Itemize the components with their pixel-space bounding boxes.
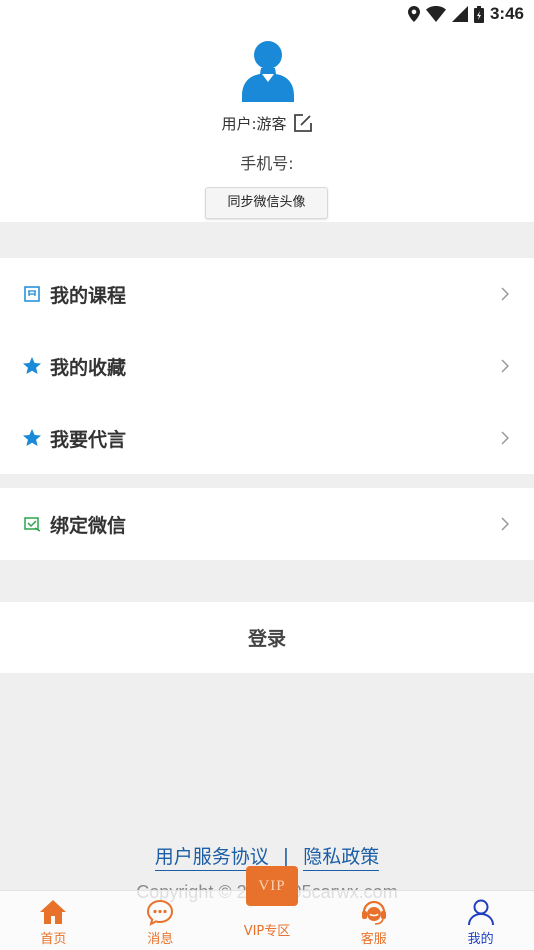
edit-icon[interactable] xyxy=(293,113,313,133)
login-button[interactable]: 登录 xyxy=(0,602,534,673)
menu-item-label: 绑定微信 xyxy=(50,514,127,537)
tab-home[interactable]: 首页 xyxy=(0,891,107,950)
chevron-right-icon xyxy=(501,517,510,531)
status-bar: 3:46 xyxy=(0,0,534,28)
username-row: 用户:游客 xyxy=(0,112,534,134)
menu-group-wechat: 绑定微信 xyxy=(0,488,534,560)
vip-icon[interactable]: VIP xyxy=(246,866,298,906)
wifi-icon xyxy=(425,6,446,22)
wechat-bind-icon xyxy=(22,514,42,534)
menu-item-my-favorites[interactable]: 我的收藏 xyxy=(0,330,534,402)
menu-item-label: 我要代言 xyxy=(50,428,127,451)
menu-group-main: 我的课程 我的收藏 我要代言 xyxy=(0,258,534,474)
tab-label: 首页 xyxy=(40,932,67,947)
username: 用户:游客 xyxy=(221,114,287,133)
tab-label: 客服 xyxy=(360,932,387,947)
message-icon xyxy=(145,898,175,926)
user-icon xyxy=(466,898,496,926)
menu-item-label: 我的收藏 xyxy=(50,356,127,379)
star-icon xyxy=(22,428,42,448)
tab-messages[interactable]: 消息 xyxy=(107,891,214,950)
chevron-right-icon xyxy=(501,287,510,301)
tab-label: 消息 xyxy=(147,932,174,947)
avatar-icon[interactable] xyxy=(242,38,294,102)
tab-label: VIP专区 xyxy=(243,924,291,939)
tab-me[interactable]: 我的 xyxy=(427,891,534,950)
course-icon xyxy=(22,284,42,304)
chevron-right-icon xyxy=(501,359,510,373)
menu-item-my-courses[interactable]: 我的课程 xyxy=(0,258,534,330)
battery-icon xyxy=(473,5,484,23)
privacy-policy-link[interactable]: 隐私政策 xyxy=(303,842,380,871)
link-separator: | xyxy=(282,845,290,867)
signal-icon xyxy=(451,6,468,22)
tab-label: 我的 xyxy=(467,932,494,947)
menu-item-bind-wechat[interactable]: 绑定微信 xyxy=(0,488,534,560)
menu-item-endorse[interactable]: 我要代言 xyxy=(0,402,534,474)
tab-customer-service[interactable]: 客服 xyxy=(320,891,427,950)
profile-header: 用户:游客 手机号: 同步微信头像 xyxy=(0,28,534,222)
star-icon xyxy=(22,356,42,376)
phone-label: 手机号: xyxy=(240,154,294,173)
menu-item-label: 我的课程 xyxy=(50,284,127,307)
status-time: 3:46 xyxy=(489,4,524,23)
location-icon xyxy=(407,6,420,22)
customer-service-icon xyxy=(359,898,389,926)
chevron-right-icon xyxy=(501,431,510,445)
sync-wechat-avatar-button[interactable]: 同步微信头像 xyxy=(205,187,328,219)
home-icon xyxy=(38,898,68,926)
